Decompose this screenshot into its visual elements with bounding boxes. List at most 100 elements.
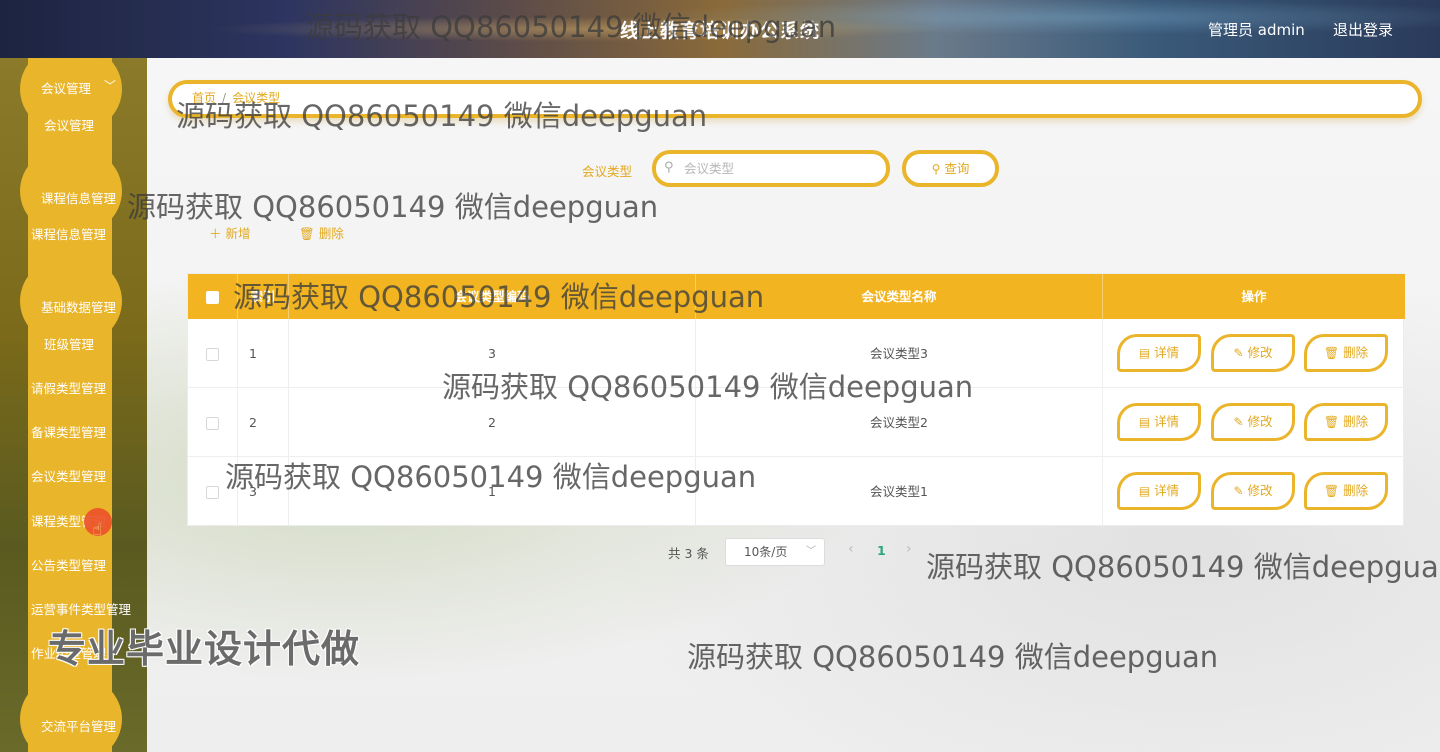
trash-icon: 🗑 [299,226,315,241]
sidebar-item-ops-event-type[interactable]: 运营事件类型管理 [31,599,131,618]
detail-label: 详情 [1154,345,1180,360]
detail-button[interactable]: ▤ 详情 [1117,472,1201,510]
document-icon: ▤ [1138,415,1151,429]
search-button-label: 查询 [944,161,970,176]
page-size-value: 10条/页 [744,545,788,559]
add-button[interactable]: ＋ 新增 [209,223,251,242]
row-select-cell [188,388,238,457]
prev-page-button[interactable]: ‹ [848,541,854,557]
search-input[interactable] [684,158,874,178]
data-table: 索引 会议类型编码 会议类型名称 操作 1 3 会议类型3 ▤ 详情 ✎ 修改 🗑 删… [187,273,1405,526]
search-box: ⚲ [652,150,890,187]
search-icon: ⚲ [664,160,674,175]
breadcrumb-current: 会议类型 [232,91,281,105]
pencil-icon: ✎ [1233,484,1244,498]
name-cell: 会议类型2 [696,388,1103,457]
sidebar-item-course-info[interactable]: 课程信息管理 [31,224,106,243]
next-page-button[interactable]: › [906,541,912,557]
hand-pointer-icon: ☝ [92,520,103,540]
edit-button[interactable]: ✎ 修改 [1211,472,1295,510]
col-header-actions: 操作 [1241,289,1267,304]
delete-label: 删除 [1343,345,1369,360]
detail-button[interactable]: ▤ 详情 [1117,403,1201,441]
sidebar-item-meeting[interactable]: 会议管理 [44,115,94,134]
table-row: 1 3 会议类型3 ▤ 详情 ✎ 修改 🗑 删除 [188,319,1405,388]
select-all-checkbox[interactable] [206,291,219,304]
trash-icon: 🗑 [1323,346,1340,360]
actions-cell: ▤ 详情 ✎ 修改 🗑 删除 [1103,388,1405,457]
actions-cell: ▤ 详情 ✎ 修改 🗑 删除 [1103,319,1405,388]
top-header: 线上教育培训办公系统 管理员 admin 退出登录 [0,0,1440,58]
batch-delete-button[interactable]: 🗑 删除 [299,223,344,242]
actions-cell: ▤ 详情 ✎ 修改 🗑 删除 [1103,457,1405,526]
page-size-select[interactable]: 10条/页 ﹀ [725,538,825,566]
watermark-banner: 专业毕业设计代做 [48,627,361,671]
logout-link[interactable]: 退出登录 [1333,19,1393,40]
row-checkbox[interactable] [206,348,219,361]
index-cell: 2 [238,388,289,457]
delete-button[interactable]: 🗑 删除 [1304,403,1388,441]
edit-button[interactable]: ✎ 修改 [1211,334,1295,372]
batch-delete-label: 删除 [318,226,344,241]
sidebar-item-notice-type[interactable]: 公告类型管理 [31,555,106,574]
row-select-cell [188,319,238,388]
breadcrumb: 首页 / 会议类型 [192,89,280,106]
current-user: 管理员 admin [1208,21,1305,39]
sidebar-item-meeting-type[interactable]: 会议类型管理 [31,466,106,485]
code-cell: 3 [289,319,696,388]
plus-icon: ＋ [209,226,222,241]
name-cell: 会议类型3 [696,319,1103,388]
sidebar-group-meeting[interactable]: 会议管理 [41,78,91,97]
edit-label: 修改 [1247,483,1273,498]
sidebar-item-leave-type[interactable]: 请假类型管理 [31,378,106,397]
select-all-cell [188,274,238,319]
detail-label: 详情 [1154,483,1180,498]
edit-button[interactable]: ✎ 修改 [1211,403,1295,441]
row-select-cell [188,457,238,526]
app-title: 线上教育培训办公系统 [620,20,821,42]
sidebar-item-prep-type[interactable]: 备课类型管理 [31,422,106,441]
sidebar-group-course-info[interactable]: 课程信息管理 [41,188,116,207]
chevron-down-icon: ﹀ [806,546,816,557]
document-icon: ▤ [1138,484,1151,498]
breadcrumb-container [168,80,1422,118]
row-checkbox[interactable] [206,417,219,430]
col-header-code[interactable]: 会议类型编码 [289,274,696,319]
chevron-down-icon: ﹀ [104,79,117,93]
delete-button[interactable]: 🗑 删除 [1304,472,1388,510]
table-row: 3 1 会议类型1 ▤ 详情 ✎ 修改 🗑 删除 [188,457,1405,526]
code-cell: 2 [289,388,696,457]
pencil-icon: ✎ [1233,346,1244,360]
trash-icon: 🗑 [1323,415,1340,429]
name-cell: 会议类型1 [696,457,1103,526]
sidebar-group-forum[interactable]: 交流平台管理 [41,716,116,735]
sidebar-group-base-data[interactable]: 基础数据管理 [41,297,116,316]
sidebar-item-class[interactable]: 班级管理 [44,334,94,353]
trash-icon: 🗑 [1323,484,1340,498]
table-header: 索引 会议类型编码 会议类型名称 操作 [188,274,1405,319]
search-icon: ⚲ [931,162,941,176]
page-number-button[interactable]: 1 [877,543,886,558]
code-cell: 1 [289,457,696,526]
edit-label: 修改 [1247,414,1273,429]
col-header-name[interactable]: 会议类型名称 [696,274,1103,319]
add-button-label: 新增 [225,226,251,241]
index-cell: 1 [238,319,289,388]
index-cell: 3 [238,457,289,526]
delete-button[interactable]: 🗑 删除 [1304,334,1388,372]
row-checkbox[interactable] [206,486,219,499]
pagination-total: 共 3 条 [668,546,709,561]
delete-label: 删除 [1343,414,1369,429]
breadcrumb-separator: / [222,91,227,105]
detail-label: 详情 [1154,414,1180,429]
breadcrumb-home[interactable]: 首页 [192,91,216,105]
table-row: 2 2 会议类型2 ▤ 详情 ✎ 修改 🗑 删除 [188,388,1405,457]
edit-label: 修改 [1247,345,1273,360]
col-header-index[interactable]: 索引 [238,274,289,319]
document-icon: ▤ [1138,346,1151,360]
detail-button[interactable]: ▤ 详情 [1117,334,1201,372]
search-button[interactable]: ⚲ 查询 [902,150,999,187]
search-label: 会议类型 [582,164,633,179]
delete-label: 删除 [1343,483,1369,498]
pencil-icon: ✎ [1233,415,1244,429]
